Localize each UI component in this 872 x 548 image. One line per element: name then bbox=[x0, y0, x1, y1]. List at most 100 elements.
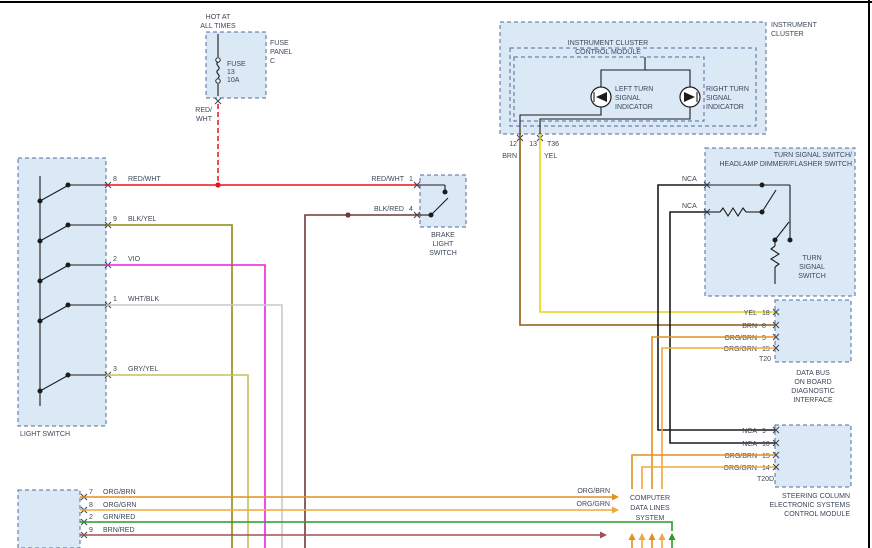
junction-dot bbox=[345, 212, 350, 217]
wire-label-yel: YEL bbox=[544, 153, 557, 160]
pin-number: 7 bbox=[89, 489, 93, 496]
data-bus-label: INTERFACE bbox=[793, 397, 833, 404]
wire-org-brn-steering bbox=[632, 455, 775, 489]
steering-module-label: STEERING COLUMN bbox=[782, 493, 850, 500]
wire-label: BRN bbox=[742, 323, 757, 330]
instrument-cluster-label: INSTRUMENT bbox=[771, 22, 818, 29]
steering-module-label: ELECTRONIC SYSTEMS bbox=[769, 502, 850, 509]
wiring-diagram-page: HOT AT ALL TIMES FUSE PANEL C FUSE 13 10… bbox=[0, 0, 872, 548]
wire-label-brn: BRN bbox=[502, 153, 517, 160]
pin-number: 9 bbox=[113, 216, 117, 223]
data-bus-label: ON BOARD bbox=[794, 379, 831, 386]
cluster-module-label: INSTRUMENT CLUSTER bbox=[568, 40, 648, 47]
wire-label: NCA bbox=[742, 441, 757, 448]
wire-label: NCA bbox=[742, 428, 757, 435]
wire-label: VIO bbox=[128, 256, 141, 263]
wire-arrow-up bbox=[639, 533, 646, 540]
data-bus-label: DATA BUS bbox=[796, 370, 830, 377]
right-indicator-label: INDICATOR bbox=[706, 104, 744, 111]
wire-arrow-up bbox=[669, 533, 676, 540]
wire-label: BLK/YEL bbox=[128, 216, 157, 223]
connector-label: T20 bbox=[759, 356, 771, 363]
connector-label: T20D bbox=[757, 476, 774, 483]
connector-label: T36 bbox=[547, 141, 559, 148]
pin-number: 4 bbox=[409, 206, 413, 213]
wire-wht-blk bbox=[106, 305, 282, 548]
pin-number: 8 bbox=[89, 502, 93, 509]
light-switch-box bbox=[18, 158, 106, 426]
pin-number: 3 bbox=[113, 366, 117, 373]
pin-number: 2 bbox=[89, 514, 93, 521]
pin-number: 10 bbox=[762, 441, 770, 448]
wire-label: RED/WHT bbox=[128, 176, 161, 183]
wire-blk-red bbox=[305, 215, 420, 548]
wire-arrow-right bbox=[600, 532, 607, 539]
wire-label: ORG/GRN bbox=[724, 346, 757, 353]
wire-label-org-brn: ORG/BRN bbox=[577, 488, 610, 495]
wire-blk-yel bbox=[106, 225, 232, 548]
instrument-cluster-label: CLUSTER bbox=[771, 31, 804, 38]
instrument-cluster-box bbox=[500, 22, 766, 134]
light-switch-label: LIGHT SWITCH bbox=[20, 431, 70, 438]
wire-arrow-right bbox=[612, 494, 619, 501]
wire-label: ORG/BRN bbox=[724, 335, 757, 342]
pin-number: 5 bbox=[762, 335, 766, 342]
wire-label: ORG/BRN bbox=[724, 453, 757, 460]
pin-number: 12 bbox=[509, 141, 517, 148]
wire-label-red-wht: WHT bbox=[196, 116, 213, 123]
wire-label: BRN/RED bbox=[103, 527, 135, 534]
wire-label: ORG/GRN bbox=[724, 465, 757, 472]
turn-signal-switch-title: TURN SIGNAL SWITCH/ bbox=[774, 152, 852, 159]
brake-light-switch-box bbox=[420, 175, 466, 227]
fuse-name: FUSE bbox=[227, 61, 246, 68]
brake-switch-label: LIGHT bbox=[433, 241, 454, 248]
wire-arrow-up bbox=[659, 533, 666, 540]
fuse-number: 13 bbox=[227, 69, 235, 76]
wire-label: ORG/GRN bbox=[103, 502, 136, 509]
wiring-diagram-svg: HOT AT ALL TIMES FUSE PANEL C FUSE 13 10… bbox=[0, 0, 872, 548]
pin-number: 1 bbox=[409, 176, 413, 183]
brake-switch-label: BRAKE bbox=[431, 232, 455, 239]
pin-number: 2 bbox=[113, 256, 117, 263]
wire-arrow-up bbox=[629, 533, 636, 540]
pin-number: 13 bbox=[529, 141, 537, 148]
left-turn-indicator-symbol bbox=[591, 87, 611, 107]
hot-at-label: ALL TIMES bbox=[200, 23, 236, 30]
bottom-module-box bbox=[18, 490, 80, 548]
connector-x-mark bbox=[215, 98, 221, 104]
pin-number: 15 bbox=[762, 453, 770, 460]
left-indicator-label: INDICATOR bbox=[615, 104, 653, 111]
wire-label: YEL bbox=[744, 310, 757, 317]
steering-column-module-box bbox=[775, 425, 851, 487]
wire-label: WHT/BLK bbox=[128, 296, 159, 303]
turn-signal-switch-box bbox=[705, 148, 855, 296]
junction-dot bbox=[215, 182, 220, 187]
pin-number: 15 bbox=[762, 346, 770, 353]
wire-label: ORG/BRN bbox=[103, 489, 136, 496]
wire-arrow-right bbox=[612, 507, 619, 514]
pin-number: 18 bbox=[762, 310, 770, 317]
wire-label-nca: NCA bbox=[682, 203, 697, 210]
wire-grn-red bbox=[80, 522, 672, 531]
wire-label-red-wht: RED/ bbox=[195, 107, 212, 114]
pin-number: 8 bbox=[762, 323, 766, 330]
steering-module-label: CONTROL MODULE bbox=[784, 511, 850, 518]
brake-switch-label: SWITCH bbox=[429, 250, 457, 257]
cluster-module-label: CONTROL MODULE bbox=[575, 49, 641, 56]
computer-data-lines-label: SYSTEM bbox=[636, 515, 665, 522]
pin-number: 9 bbox=[762, 428, 766, 435]
wire-org-grn-databus bbox=[662, 348, 775, 489]
left-indicator-label: SIGNAL bbox=[615, 95, 641, 102]
wire-arrow-up bbox=[649, 533, 656, 540]
right-indicator-label: SIGNAL bbox=[706, 95, 732, 102]
pin-number: 9 bbox=[89, 527, 93, 534]
turn-signal-switch-title: HEADLAMP DIMMER/FLASHER SWITCH bbox=[720, 161, 853, 168]
turn-signal-switch-label: SIGNAL bbox=[799, 264, 825, 271]
wire-label-blk-red: BLK/RED bbox=[374, 206, 404, 213]
turn-signal-switch-label: TURN bbox=[802, 255, 821, 262]
data-bus-interface-box bbox=[775, 300, 851, 362]
left-indicator-label: LEFT TURN bbox=[615, 86, 653, 93]
wire-label: GRN/RED bbox=[103, 514, 135, 521]
pin-number: 14 bbox=[762, 465, 770, 472]
wire-label: GRY/YEL bbox=[128, 366, 158, 373]
